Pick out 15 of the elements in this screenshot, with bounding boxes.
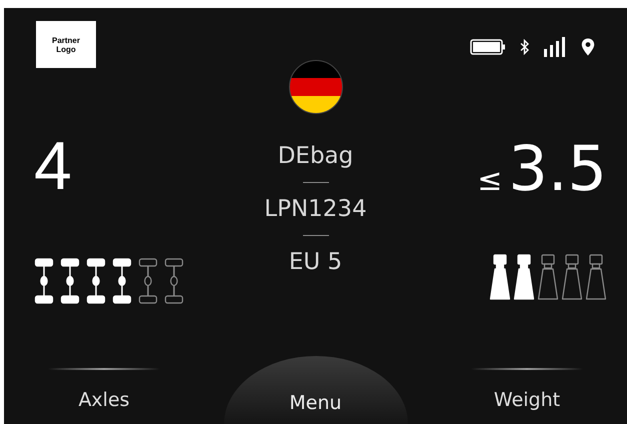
weight-value: 3.5 xyxy=(508,138,607,200)
partner-logo: Partner Logo xyxy=(36,21,96,68)
weight-prefix: ≤ xyxy=(477,166,502,196)
signal-icon xyxy=(543,37,567,57)
battery-icon xyxy=(470,39,506,55)
emission-class: EU 5 xyxy=(288,248,342,276)
axle-count: 4 xyxy=(34,132,72,200)
bluetooth-icon xyxy=(520,39,529,55)
vehicle-name: DEbag xyxy=(278,142,354,170)
flag-icon xyxy=(288,60,342,114)
license-plate: LPN1234 xyxy=(264,195,367,223)
menu-button[interactable]: Menu xyxy=(224,356,408,424)
weight-tab[interactable]: Weight xyxy=(494,388,560,412)
axles-tab[interactable]: Axles xyxy=(78,388,130,412)
location-pin-icon xyxy=(581,38,595,56)
